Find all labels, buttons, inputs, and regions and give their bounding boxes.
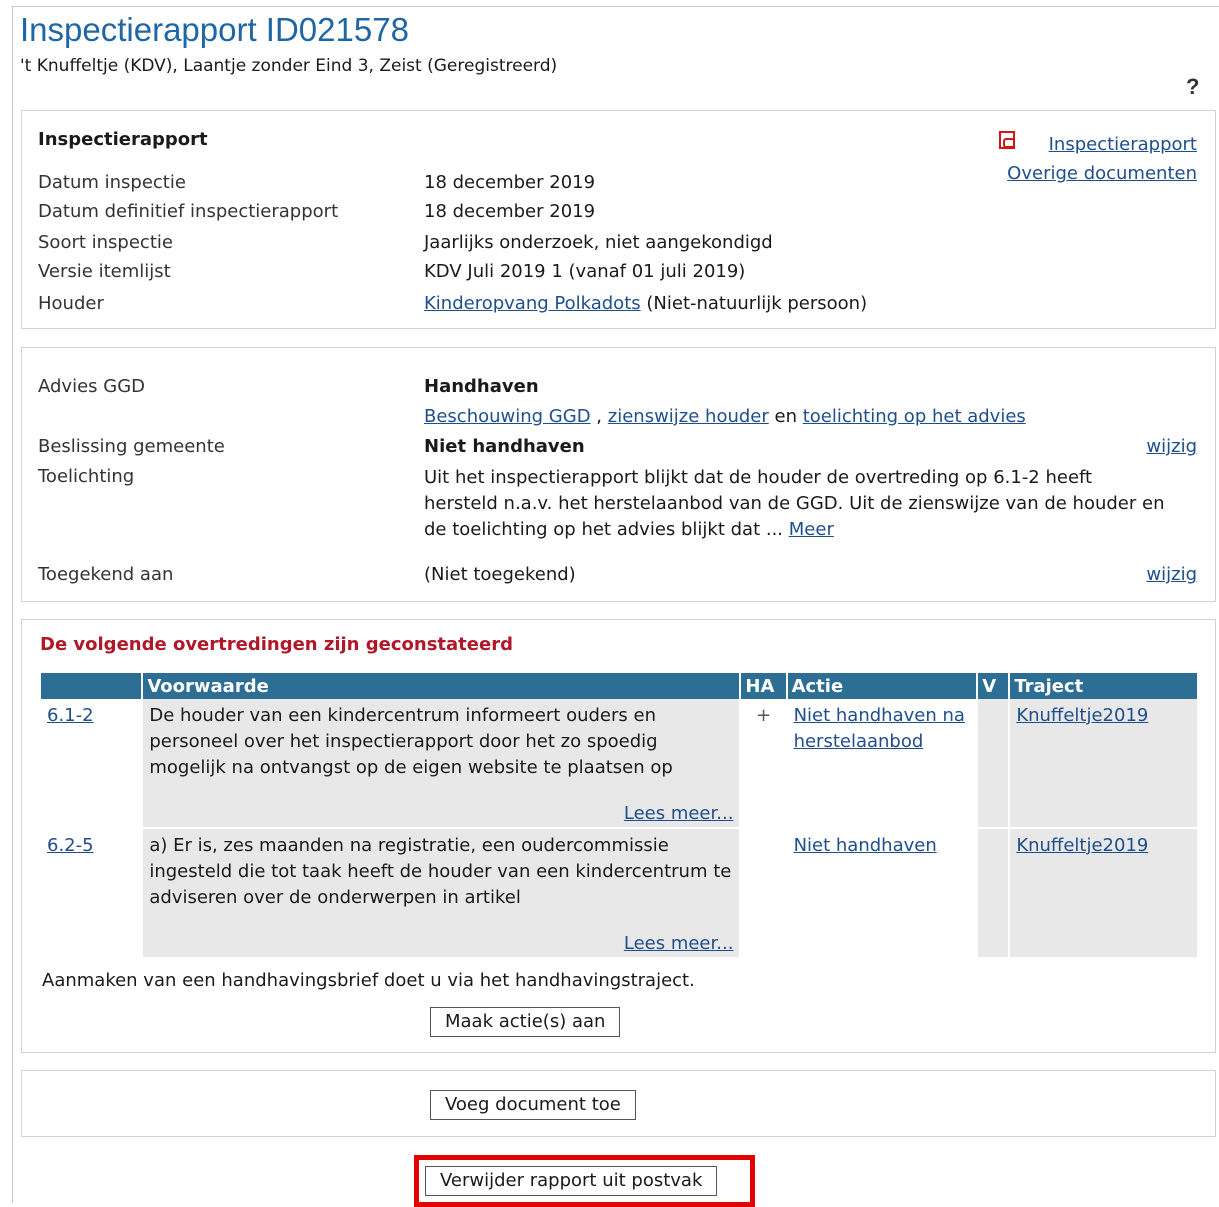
toelichting-text-block: Uit het inspectierapport blijkt dat de h… — [424, 465, 1169, 543]
column-header-traject: Traject — [1010, 673, 1197, 699]
other-documents-link[interactable]: Overige documenten — [1007, 163, 1197, 184]
toegekend-label: Toegekend aan — [38, 564, 174, 585]
pdf-icon[interactable] — [999, 131, 1015, 149]
field-value: 18 december 2019 — [424, 172, 596, 193]
advice-panel: Advies GGD Handhaven Beschouwing GGD , z… — [21, 347, 1216, 602]
field-value: 18 december 2019 — [424, 201, 596, 222]
column-header-code — [41, 673, 142, 699]
houder-type: (Niet-natuurlijk persoon) — [646, 293, 868, 314]
v-cell — [978, 699, 1009, 827]
column-header-v: V — [978, 673, 1009, 699]
traject-cell: Knuffeltje2019 — [1010, 829, 1197, 957]
violations-table: Voorwaarde HA Actie V Traject 6.1-2 De h… — [39, 673, 1199, 957]
ha-cell[interactable]: + — [741, 699, 786, 827]
meer-link[interactable]: Meer — [789, 519, 834, 540]
beslissing-label: Beslissing gemeente — [38, 436, 225, 457]
violations-panel: De volgende overtredingen zijn geconstat… — [21, 619, 1216, 1053]
field-value: KDV Juli 2019 1 (vanaf 01 juli 2019) — [424, 261, 746, 282]
documents-panel: Voeg document toe — [21, 1070, 1216, 1137]
lees-meer-link[interactable]: Lees meer... — [624, 931, 734, 957]
column-header-actie: Actie — [787, 673, 977, 699]
voorwaarde-cell: De houder van een kindercentrum informee… — [143, 699, 740, 827]
zienswijze-link[interactable]: zienswijze houder — [608, 406, 769, 427]
actie-cell: Niet handhaven na herstelaanbod — [787, 699, 977, 827]
traject-cell: Knuffeltje2019 — [1010, 699, 1197, 827]
field-value: Jaarlijks onderzoek, niet aangekondigd — [424, 232, 773, 253]
toelichting-label: Toelichting — [38, 466, 135, 487]
violation-code-cell: 6.2-5 — [41, 829, 142, 957]
en-separator: en — [774, 406, 797, 427]
ha-cell — [741, 829, 786, 957]
actie-link[interactable]: Niet handhaven na herstelaanbod — [794, 705, 965, 752]
report-heading: Inspectierapport — [38, 129, 208, 150]
voorwaarde-text: De houder van een kindercentrum informee… — [149, 705, 673, 778]
page-subtitle: 't Knuffeltje (KDV), Laantje zonder Eind… — [20, 56, 558, 76]
remove-report-button[interactable]: Verwijder rapport uit postvak — [425, 1166, 718, 1196]
voorwaarde-text: a) Er is, zes maanden na registratie, ee… — [149, 835, 732, 908]
actie-link[interactable]: Niet handhaven — [794, 835, 937, 856]
houder-label: Houder — [38, 293, 104, 314]
advies-value: Handhaven — [424, 376, 539, 397]
houder-value: Kinderopvang Polkadots (Niet-natuurlijk … — [424, 293, 867, 314]
page-title: Inspectierapport ID021578 — [20, 11, 409, 48]
table-row: 6.1-2 De houder van een kindercentrum in… — [41, 699, 1197, 827]
lees-meer-link[interactable]: Lees meer... — [624, 801, 734, 827]
beschouwing-link[interactable]: Beschouwing GGD — [424, 406, 591, 427]
traject-link[interactable]: Knuffeltje2019 — [1016, 705, 1148, 726]
houder-link[interactable]: Kinderopvang Polkadots — [424, 293, 641, 314]
add-document-button[interactable]: Voeg document toe — [430, 1090, 636, 1120]
field-label: Datum definitief inspectierapport — [38, 201, 339, 222]
toegekend-value: (Niet toegekend) — [424, 564, 576, 585]
v-cell — [978, 829, 1009, 957]
comma-separator: , — [596, 406, 603, 427]
edit-toegekend-link[interactable]: wijzig — [1146, 564, 1197, 585]
report-pdf-link[interactable]: Inspectierapport — [1049, 134, 1197, 155]
brief-note: Aanmaken van een handhavingsbrief doet u… — [42, 970, 695, 991]
table-header-row: Voorwaarde HA Actie V Traject — [41, 673, 1197, 699]
create-action-button[interactable]: Maak actie(s) aan — [430, 1007, 621, 1037]
field-label: Versie itemlijst — [38, 261, 171, 282]
report-panel: Inspectierapport Inspectierapport Overig… — [21, 110, 1216, 329]
table-row: 6.2-5 a) Er is, zes maanden na registrat… — [41, 829, 1197, 957]
traject-link[interactable]: Knuffeltje2019 — [1016, 835, 1148, 856]
violation-code-link[interactable]: 6.2-5 — [47, 835, 94, 856]
column-header-ha: HA — [741, 673, 786, 699]
violations-heading: De volgende overtredingen zijn geconstat… — [40, 634, 513, 655]
column-header-voorwaarde: Voorwaarde — [143, 673, 740, 699]
actie-cell: Niet handhaven — [787, 829, 977, 957]
advies-label: Advies GGD — [38, 376, 146, 397]
field-label: Soort inspectie — [38, 232, 173, 253]
violation-code-link[interactable]: 6.1-2 — [47, 705, 94, 726]
toelichting-advies-link[interactable]: toelichting op het advies — [803, 406, 1026, 427]
field-label: Datum inspectie — [38, 172, 186, 193]
violation-code-cell: 6.1-2 — [41, 699, 142, 827]
voorwaarde-cell: a) Er is, zes maanden na registratie, ee… — [143, 829, 740, 957]
beslissing-value: Niet handhaven — [424, 436, 585, 457]
advies-links: Beschouwing GGD , zienswijze houder en t… — [424, 406, 1026, 427]
edit-beslissing-link[interactable]: wijzig — [1146, 436, 1197, 457]
help-icon[interactable]: ? — [1186, 74, 1199, 100]
